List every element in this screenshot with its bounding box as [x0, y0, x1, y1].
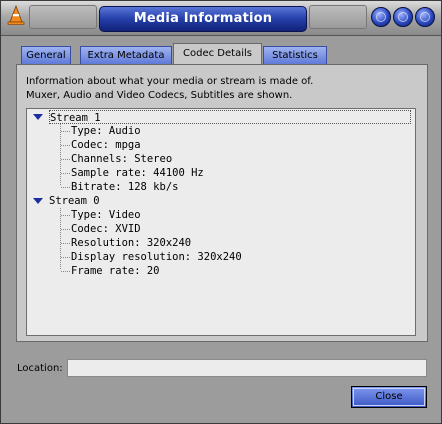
stream-1-label: Stream 1	[50, 112, 101, 124]
maximize-button[interactable]	[393, 7, 413, 27]
title-bar-grip-right	[309, 5, 367, 29]
title-bar[interactable]: Media Information	[1, 1, 441, 36]
tree-branch-line	[61, 271, 70, 272]
tree-item[interactable]: Bitrate: 128 kb/s	[71, 180, 178, 194]
title-bar-grip-left	[29, 5, 97, 29]
tree-branch-line	[60, 208, 61, 269]
location-field[interactable]	[67, 359, 427, 377]
info-line-2: Muxer, Audio and Video Codecs, Subtitles…	[26, 90, 293, 101]
close-button[interactable]: Close	[351, 386, 427, 408]
minimize-button[interactable]	[371, 7, 391, 27]
tab-general[interactable]: General	[21, 46, 71, 64]
tree-branch-line	[60, 124, 61, 185]
tree-branch-line	[61, 145, 70, 146]
tree-item[interactable]: Display resolution: 320x240	[71, 250, 242, 264]
location-label: Location:	[17, 363, 63, 374]
tree-item-stream-0[interactable]: Stream 0	[49, 194, 100, 208]
tree-branch-line	[61, 187, 70, 188]
tree-branch-line	[61, 131, 70, 132]
tree-branch-line	[61, 215, 70, 216]
tab-extra-metadata[interactable]: Extra Metadata	[80, 46, 172, 64]
tree-item[interactable]: Resolution: 320x240	[71, 236, 191, 250]
window-title: Media Information	[99, 6, 307, 32]
tree-item[interactable]: Type: Audio	[71, 124, 141, 138]
codec-tree[interactable]: Stream 1 Type: Audio Codec: mpga Channel…	[26, 108, 416, 336]
tree-branch-line	[61, 173, 70, 174]
info-line-1: Information about what your media or str…	[26, 76, 314, 87]
tab-statistics[interactable]: Statistics	[263, 46, 327, 64]
tree-branch-line	[61, 257, 70, 258]
tree-item[interactable]: Sample rate: 44100 Hz	[71, 166, 204, 180]
tree-item[interactable]: Codec: XVID	[71, 222, 141, 236]
tree-branch-line	[61, 159, 70, 160]
tree-item[interactable]: Channels: Stereo	[71, 152, 172, 166]
expand-arrow-icon[interactable]	[33, 198, 43, 204]
tree-branch-line	[61, 229, 70, 230]
expand-arrow-icon[interactable]	[33, 114, 43, 120]
vlc-cone-icon	[7, 5, 25, 25]
tree-item[interactable]: Frame rate: 20	[71, 264, 160, 278]
info-text: Information about what your media or str…	[26, 75, 416, 103]
tree-branch-line	[61, 243, 70, 244]
close-window-button[interactable]	[415, 7, 435, 27]
tree-item[interactable]: Codec: mpga	[71, 138, 141, 152]
tree-item[interactable]: Type: Video	[71, 208, 141, 222]
media-information-window: Media Information General Extra Metadata…	[0, 0, 442, 424]
tree-item-stream-1[interactable]: Stream 1	[49, 110, 411, 124]
stream-0-label: Stream 0	[49, 195, 100, 207]
tab-codec-details[interactable]: Codec Details	[173, 43, 262, 65]
